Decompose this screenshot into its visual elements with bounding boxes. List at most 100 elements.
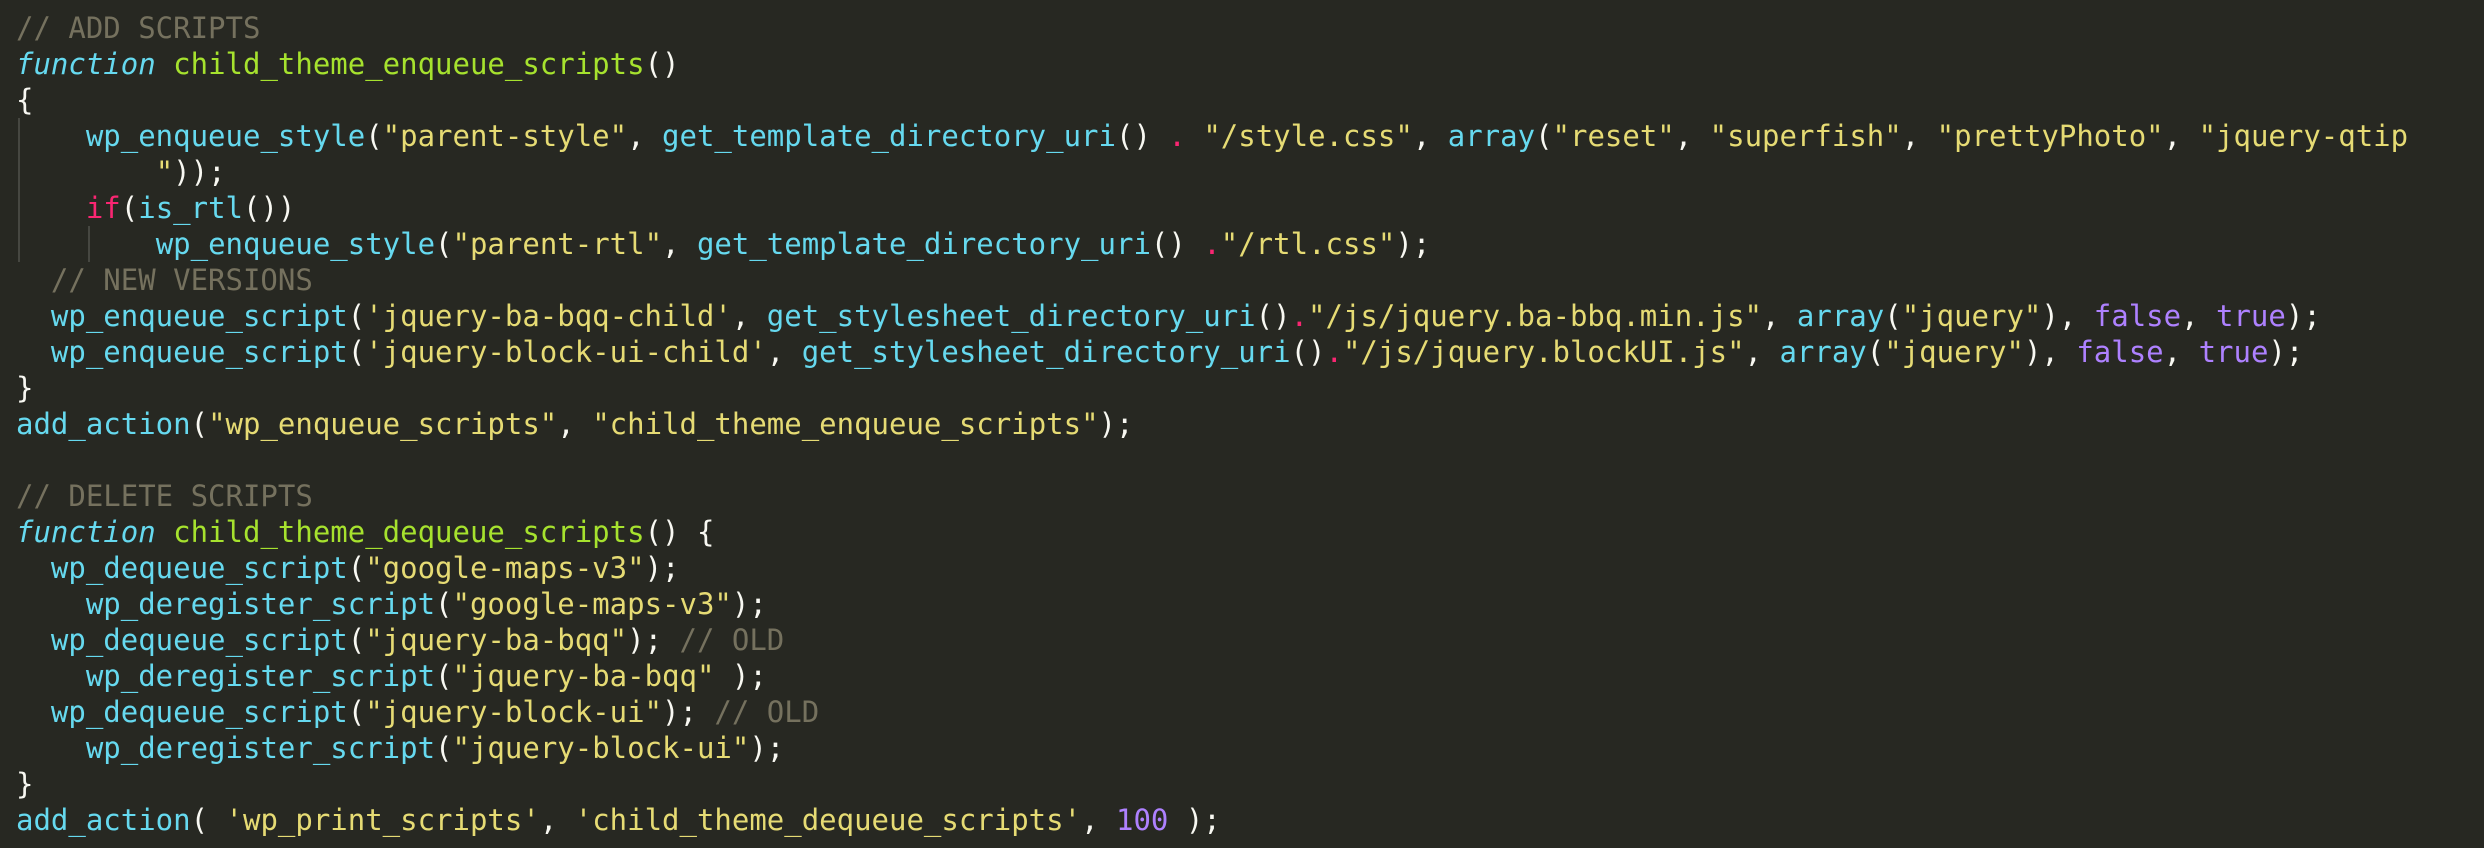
code-token-plain: , xyxy=(557,407,593,441)
code-token-plain: ( xyxy=(347,299,366,333)
code-token-constant: false xyxy=(2076,335,2164,369)
indent-guide xyxy=(18,118,20,262)
code-token-plain: ( xyxy=(1535,119,1553,153)
code-token-builtin: wp_dequeue_script xyxy=(50,551,348,585)
code-token-plain: ( xyxy=(347,335,366,369)
code-token-plain: { xyxy=(16,83,34,117)
code-token-plain: , xyxy=(1762,299,1797,333)
code-token-plain: () { xyxy=(644,515,715,549)
code-token-plain: ( xyxy=(120,191,139,225)
code-token-plain: )); xyxy=(173,155,226,189)
code-token-plain: ); xyxy=(1098,407,1134,441)
code-token-string: "jquery-block-ui" xyxy=(365,695,663,729)
code-line[interactable]: // NEW VERSIONS xyxy=(16,262,313,298)
code-token-builtin: array xyxy=(1796,299,1885,333)
code-line[interactable]: wp_enqueue_script('jquery-block-ui-child… xyxy=(16,334,2303,370)
code-token-comment: // ADD SCRIPTS xyxy=(16,11,261,45)
code-token-plain: , xyxy=(627,119,663,153)
code-line[interactable]: function child_theme_enqueue_scripts() xyxy=(16,46,679,82)
code-token-plain: () xyxy=(1115,119,1169,153)
code-token-builtin: get_stylesheet_directory_uri xyxy=(801,335,1291,369)
code-token-operator: if xyxy=(85,191,121,225)
code-token-string: 'jquery-ba-bqq-child' xyxy=(365,299,732,333)
code-token-plain: ); xyxy=(627,623,680,657)
code-token-plain: ), xyxy=(2041,299,2094,333)
code-token-plain: , xyxy=(2163,335,2199,369)
code-token-string: "superfish" xyxy=(1709,119,1902,153)
code-token-comment: // DELETE SCRIPTS xyxy=(16,479,313,513)
code-token-plain: , xyxy=(731,299,767,333)
code-token-plain: , xyxy=(1744,335,1780,369)
code-token-plain: ( xyxy=(1866,335,1885,369)
code-token-string: "prettyPhoto" xyxy=(1936,119,2164,153)
code-line[interactable]: wp_dequeue_script("google-maps-v3"); xyxy=(16,550,680,586)
code-line[interactable]: function child_theme_dequeue_scripts() { xyxy=(16,514,714,550)
code-token-builtin: wp_enqueue_script xyxy=(50,335,348,369)
code-token-builtin: wp_deregister_script xyxy=(85,659,436,693)
code-token-plain: , xyxy=(662,227,697,261)
code-line[interactable]: add_action("wp_enqueue_scripts", "child_… xyxy=(16,406,1133,442)
code-line[interactable]: if(is_rtl()) xyxy=(16,190,296,226)
code-token-builtin: is_rtl xyxy=(138,191,243,225)
code-token-plain: ( xyxy=(435,731,453,765)
code-editor[interactable]: // ADD SCRIPTS function child_theme_enque… xyxy=(0,0,2484,848)
code-token-plain: ); xyxy=(1395,227,1431,261)
code-token-string: "jquery-ba-bqq" xyxy=(452,659,715,693)
code-token-plain: ( xyxy=(190,407,209,441)
code-token-string: "/js/jquery.ba-bbq.min.js" xyxy=(1308,299,1762,333)
code-token-plain: , xyxy=(1674,119,1710,153)
code-line[interactable]: wp_dequeue_script("jquery-ba-bqq"); // O… xyxy=(16,622,784,658)
code-token-plain: , xyxy=(1901,119,1937,153)
code-token-builtin: get_template_directory_uri xyxy=(662,119,1116,153)
code-line[interactable]: { xyxy=(16,82,33,118)
code-token-plain: ( xyxy=(365,119,383,153)
code-token-string: " xyxy=(155,155,174,189)
code-token-plain: ( xyxy=(347,695,366,729)
code-token-operator: . xyxy=(1325,335,1343,369)
code-line[interactable]: wp_enqueue_script('jquery-ba-bqq-child',… xyxy=(16,298,2321,334)
code-token-builtin: wp_enqueue_script xyxy=(50,299,348,333)
code-token-builtin: wp_dequeue_script xyxy=(50,623,348,657)
code-line[interactable]: wp_deregister_script("jquery-ba-bqq" ); xyxy=(16,658,767,694)
code-token-builtin: add_action xyxy=(16,407,191,441)
code-token-operator: . xyxy=(1203,227,1221,261)
code-line[interactable]: // DELETE SCRIPTS xyxy=(16,478,313,514)
code-line[interactable]: } xyxy=(16,766,33,802)
code-line[interactable]: ")); xyxy=(16,154,226,190)
code-line[interactable]: wp_enqueue_style("parent-style", get_tem… xyxy=(16,118,2408,154)
code-token-funcname: child_theme_enqueue_scripts xyxy=(173,47,645,81)
code-token-constant: false xyxy=(2093,299,2182,333)
code-token-operator: . xyxy=(1290,299,1309,333)
code-line[interactable]: add_action( 'wp_print_scripts', 'child_t… xyxy=(16,802,1221,838)
code-token-string: "parent-rtl" xyxy=(452,227,663,261)
code-line[interactable]: wp_deregister_script("jquery-block-ui"); xyxy=(16,730,784,766)
code-token-plain: , xyxy=(539,803,575,837)
code-token-constant: true xyxy=(2216,299,2286,333)
code-token-operator: . xyxy=(1168,119,1186,153)
code-token-string: "/rtl.css" xyxy=(1220,227,1396,261)
code-token-plain: () xyxy=(1150,227,1204,261)
code-line[interactable]: wp_enqueue_style("parent-rtl", get_templ… xyxy=(16,226,1431,262)
code-line[interactable]: // ADD SCRIPTS xyxy=(16,10,260,46)
code-token-comment: // OLD xyxy=(679,623,785,657)
code-line[interactable]: wp_dequeue_script("jquery-block-ui"); //… xyxy=(16,694,819,730)
code-token-plain: ( xyxy=(1884,299,1902,333)
code-token-plain: } xyxy=(16,767,34,801)
code-token-builtin: wp_deregister_script xyxy=(85,731,436,765)
code-line[interactable]: wp_deregister_script("google-maps-v3"); xyxy=(16,586,767,622)
code-token-plain: ( xyxy=(347,623,366,657)
code-token-plain: ); xyxy=(731,587,767,621)
code-token-builtin: wp_enqueue_style xyxy=(155,227,436,261)
code-token-plain: ()) xyxy=(243,191,296,225)
code-line[interactable]: } xyxy=(16,370,33,406)
